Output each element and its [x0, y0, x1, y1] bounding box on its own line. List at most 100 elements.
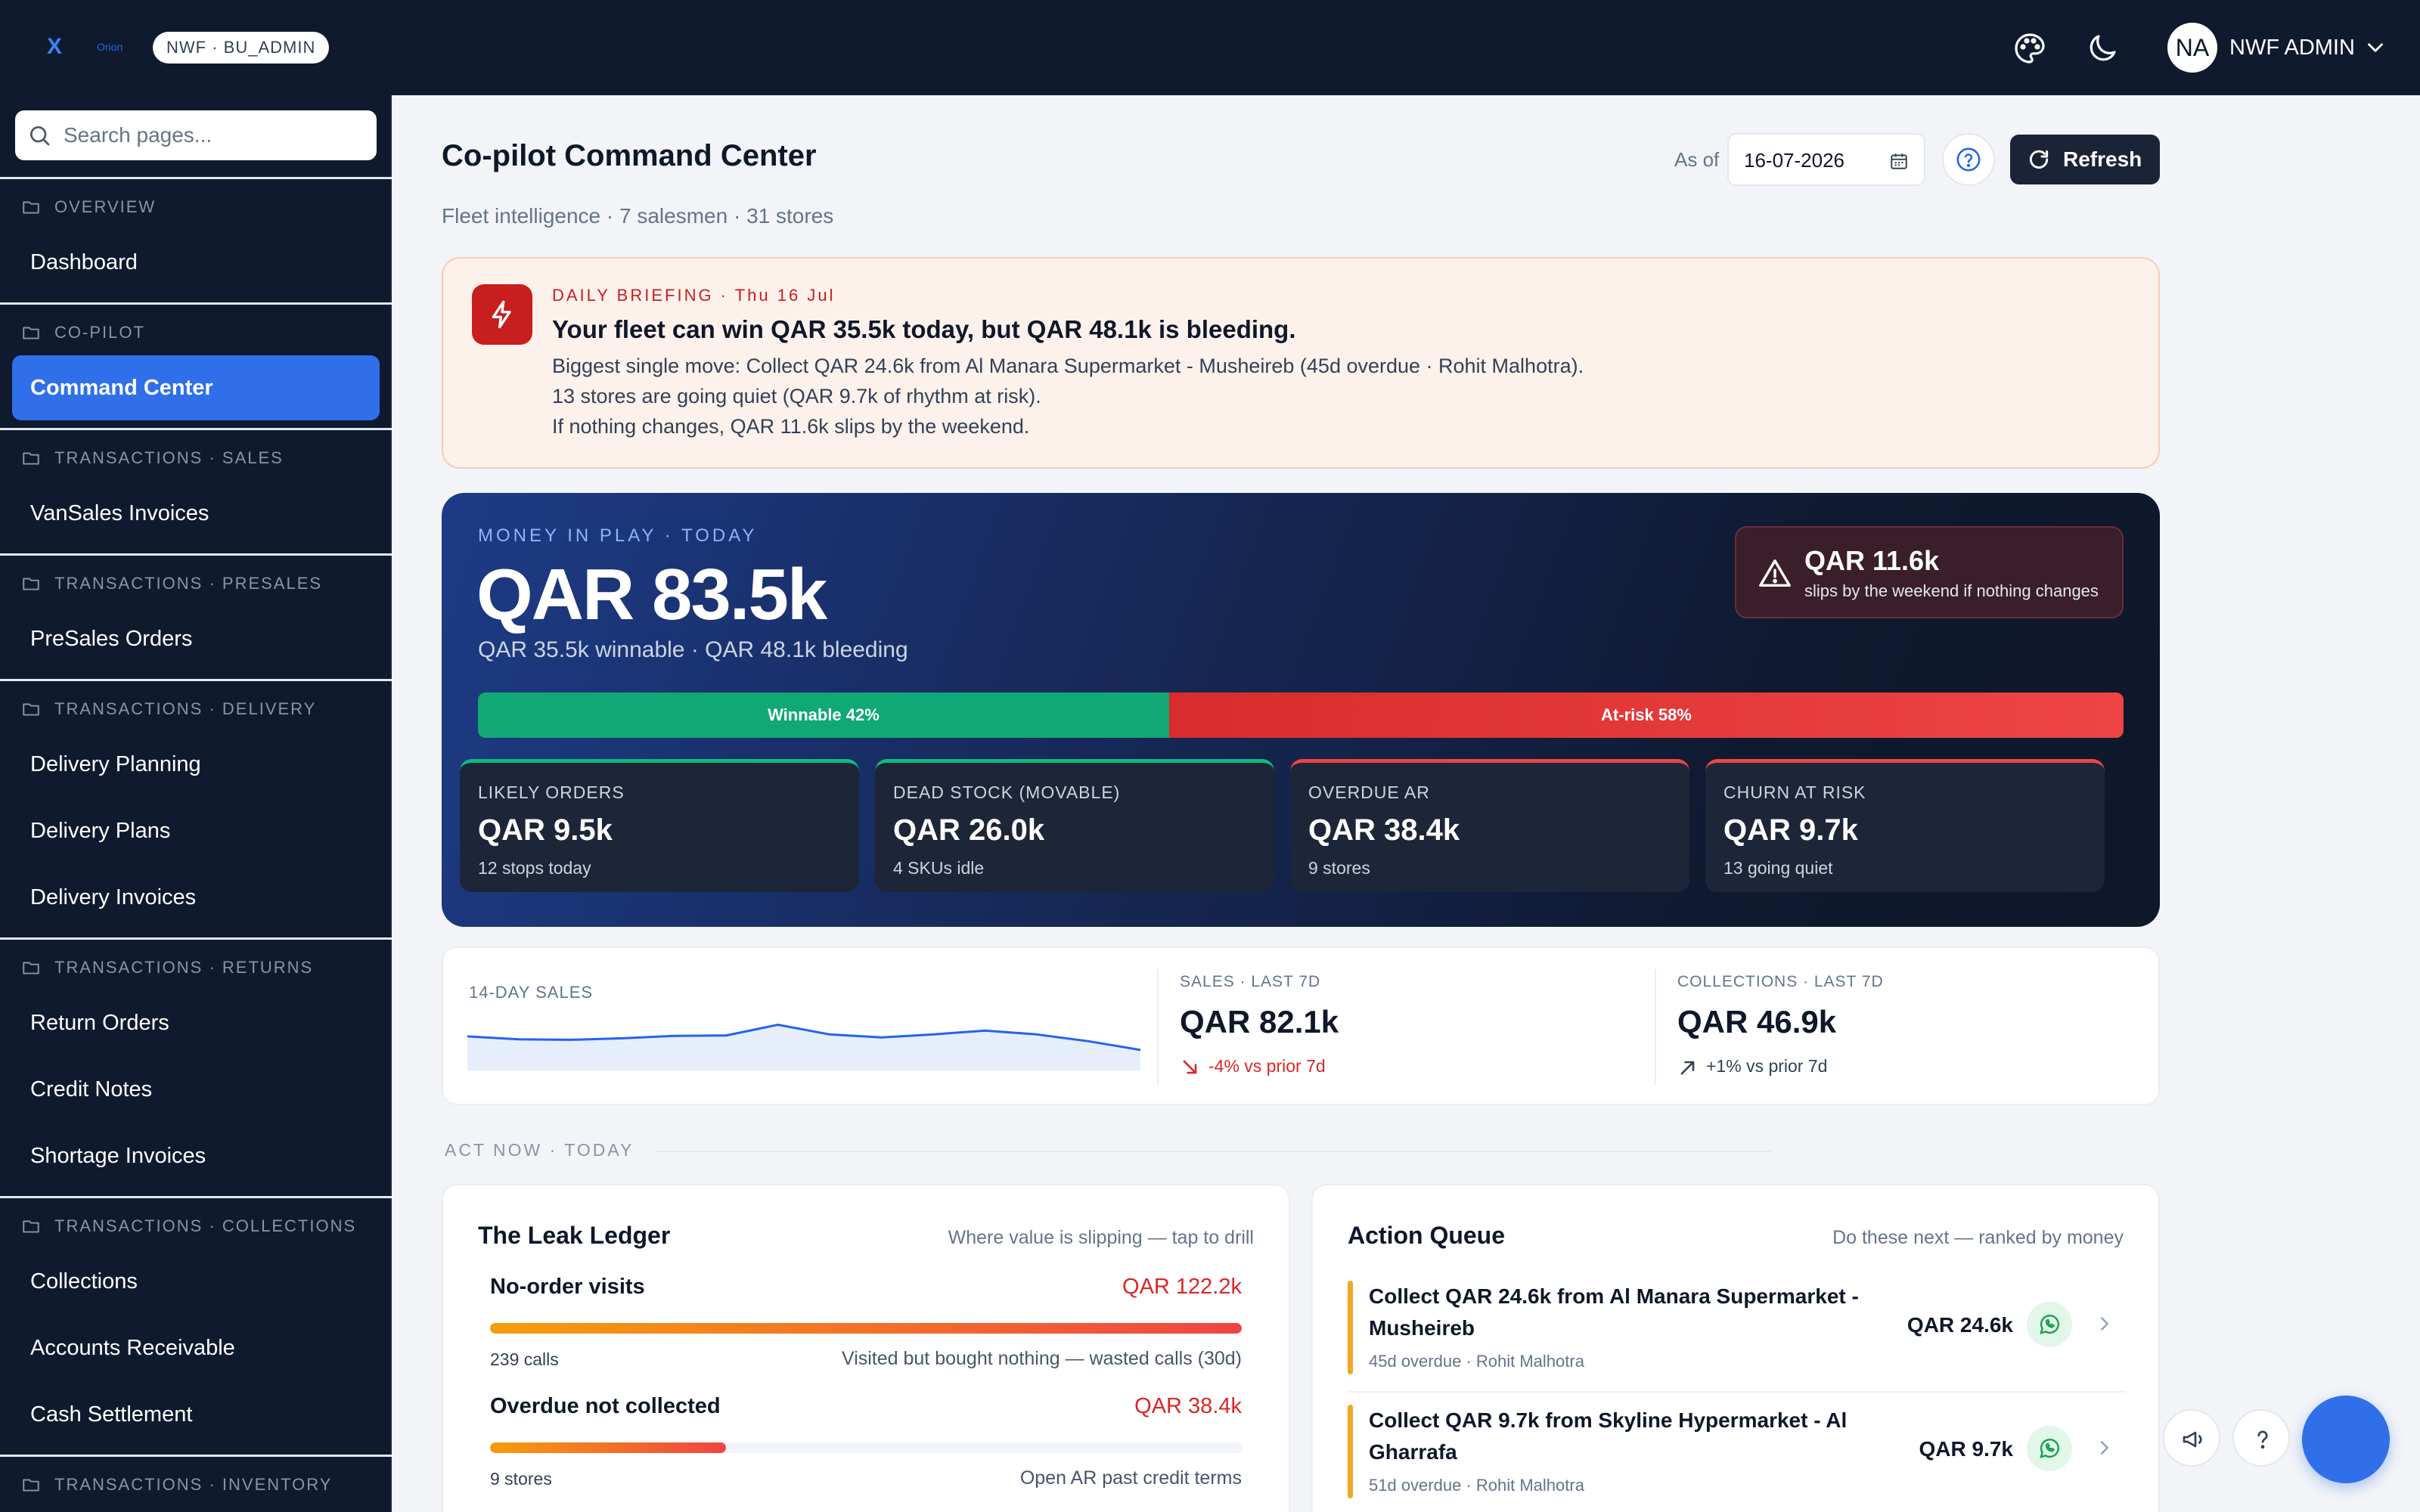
leak-count: 239 calls — [490, 1349, 559, 1369]
action-item[interactable]: Collect QAR 9.7k from Skyline Hypermarke… — [1348, 1405, 2125, 1512]
divider — [0, 428, 392, 430]
avatar[interactable]: NA — [2167, 23, 2217, 73]
kpi-value: QAR 9.5k — [478, 813, 613, 847]
section-title: TRANSACTIONS · RETURNS — [54, 958, 314, 977]
trend-label: 14-DAY SALES — [469, 983, 594, 1002]
action-item[interactable]: Collect QAR 24.6k from Al Manara Superma… — [1348, 1281, 2125, 1388]
kpi-likely-orders[interactable]: LIKELY ORDERS QAR 9.5k 12 stops today — [460, 759, 859, 892]
sidebar-item-cash-settlement[interactable]: Cash Settlement — [12, 1382, 380, 1447]
section-title: OVERVIEW — [54, 197, 157, 216]
divider — [1655, 969, 1656, 1086]
palette-icon[interactable] — [2012, 30, 2048, 67]
section-title: TRANSACTIONS · INVENTORY — [54, 1475, 333, 1494]
leak-name: No-order visits — [490, 1275, 645, 1299]
kpi-sub: 12 stops today — [478, 858, 591, 878]
leak-description: Visited but bought nothing — wasted call… — [841, 1348, 1242, 1369]
leak-progress-fill — [490, 1442, 727, 1453]
winnable-segment: Winnable 42% — [478, 692, 1169, 738]
date-picker[interactable]: 16-07-2026 — [1727, 133, 1925, 186]
kpi-dead-stock[interactable]: DEAD STOCK (MOVABLE) QAR 26.0k 4 SKUs id… — [875, 759, 1274, 892]
briefing-line: If nothing changes, QAR 11.6k slips by t… — [552, 415, 1030, 438]
kpi-label: LIKELY ORDERS — [478, 782, 625, 802]
sidebar-item-vansales-invoices[interactable]: VanSales Invoices — [12, 481, 380, 546]
sidebar-item-command-center[interactable]: Command Center — [12, 355, 380, 420]
sidebar-item-delivery-planning[interactable]: Delivery Planning — [12, 732, 380, 797]
sidebar-item-dashboard[interactable]: Dashboard — [12, 230, 380, 295]
winnable-risk-bar: Winnable 42% At-risk 58% — [478, 692, 2124, 738]
divider — [0, 177, 392, 179]
help-icon — [1956, 147, 1981, 172]
panel-hint: Do these next — ranked by money — [1832, 1227, 2124, 1248]
top-bar: X Orion NWF · BU_ADMIN NA NWF ADMIN — [0, 0, 2420, 95]
divider — [0, 679, 392, 681]
leak-amount: QAR 122.2k — [1122, 1275, 1242, 1299]
chevron-right-icon[interactable] — [2093, 1436, 2116, 1459]
logo-mark: X — [47, 34, 63, 59]
divider — [0, 302, 392, 305]
kpi-churn-at-risk[interactable]: CHURN AT RISK QAR 9.7k 13 going quiet — [1705, 759, 2105, 892]
app-logo[interactable]: X Orion — [47, 33, 123, 64]
kpi-sub: 4 SKUs idle — [893, 858, 985, 878]
moon-icon[interactable] — [2084, 30, 2121, 67]
sidebar: OVERVIEW Dashboard CO-PILOT Command Cent… — [0, 95, 392, 1512]
sales-sparkline[interactable] — [467, 1010, 1140, 1070]
chevron-right-icon[interactable] — [2093, 1312, 2116, 1335]
warning-icon — [1759, 559, 1791, 587]
whatsapp-button[interactable] — [2027, 1426, 2072, 1471]
sidebar-item-credit-notes[interactable]: Credit Notes — [12, 1057, 380, 1122]
sidebar-item-collections[interactable]: Collections — [12, 1249, 380, 1314]
sidebar-item-presales-orders[interactable]: PreSales Orders — [12, 606, 380, 671]
search-icon — [30, 126, 50, 146]
weekend-slip-alert[interactable]: QAR 11.6k slips by the weekend if nothin… — [1735, 526, 2124, 618]
panel-title: Action Queue — [1348, 1222, 1506, 1249]
briefing-kicker: DAILY BRIEFING · Thu 16 Jul — [552, 286, 836, 305]
leak-progress-track — [490, 1323, 1242, 1334]
leak-progress-fill — [490, 1323, 1242, 1334]
sidebar-item-shortage-invoices[interactable]: Shortage Invoices — [12, 1123, 380, 1188]
section-title: TRANSACTIONS · COLLECTIONS — [54, 1216, 357, 1235]
whatsapp-button[interactable] — [2027, 1302, 2072, 1347]
daily-briefing: DAILY BRIEFING · Thu 16 Jul Your fleet c… — [442, 257, 2160, 469]
announcements-button[interactable] — [2163, 1409, 2220, 1467]
leak-ledger-panel: The Leak Ledger Where value is slipping … — [442, 1184, 1290, 1512]
sidebar-item-delivery-plans[interactable]: Delivery Plans — [12, 798, 380, 863]
kpi-overdue-ar[interactable]: OVERDUE AR QAR 38.4k 9 stores — [1290, 759, 1689, 892]
kpi-sub: 13 going quiet — [1723, 858, 1833, 878]
at-risk-segment: At-risk 58% — [1168, 692, 2124, 738]
kpi-value: QAR 26.0k — [893, 813, 1045, 847]
divider — [1157, 969, 1159, 1086]
kpi-sub: 9 stores — [1308, 858, 1370, 878]
date-value: 16-07-2026 — [1744, 149, 1844, 172]
sales-stat-label: SALES · LAST 7D — [1180, 973, 1321, 990]
leak-amount: QAR 38.4k — [1134, 1394, 1242, 1418]
user-name[interactable]: NWF ADMIN — [2229, 32, 2355, 64]
section-title: CO-PILOT — [54, 323, 145, 342]
action-title: Collect QAR 9.7k from Skyline Hypermarke… — [1369, 1408, 1848, 1464]
search-box[interactable] — [15, 110, 377, 160]
help-button[interactable] — [1942, 133, 1995, 186]
refresh-button[interactable]: Refresh — [2010, 135, 2160, 184]
money-subtitle: QAR 35.5k winnable · QAR 48.1k bleeding — [478, 637, 908, 662]
refresh-icon — [2029, 150, 2049, 169]
floating-help-button[interactable] — [2232, 1409, 2290, 1467]
megaphone-icon — [2183, 1431, 2202, 1448]
sidebar-item-delivery-invoices[interactable]: Delivery Invoices — [12, 865, 380, 930]
whatsapp-icon — [2040, 1315, 2059, 1334]
folder-icon — [23, 327, 39, 339]
action-title: Collect QAR 24.6k from Al Manara Superma… — [1369, 1284, 1859, 1340]
action-amount: QAR 9.7k — [1919, 1437, 2014, 1461]
page-subtitle: Fleet intelligence · 7 salesmen · 31 sto… — [442, 204, 834, 228]
whatsapp-icon — [2040, 1439, 2059, 1458]
briefing-line: 13 stores are going quiet (QAR 9.7k of r… — [552, 385, 1041, 407]
collections-stat-value: QAR 46.9k — [1677, 1004, 1837, 1040]
sidebar-item-accounts-receivable[interactable]: Accounts Receivable — [12, 1315, 380, 1380]
trend-up-icon — [1680, 1061, 1695, 1075]
divider — [0, 937, 392, 940]
folder-icon — [23, 703, 39, 716]
assistant-fab[interactable] — [2302, 1396, 2390, 1483]
alert-amount: QAR 11.6k — [1804, 545, 1940, 576]
chevron-down-icon[interactable] — [2363, 35, 2388, 60]
divider — [0, 1455, 392, 1457]
search-input[interactable] — [64, 110, 366, 160]
sidebar-item-return-orders[interactable]: Return Orders — [12, 990, 380, 1055]
